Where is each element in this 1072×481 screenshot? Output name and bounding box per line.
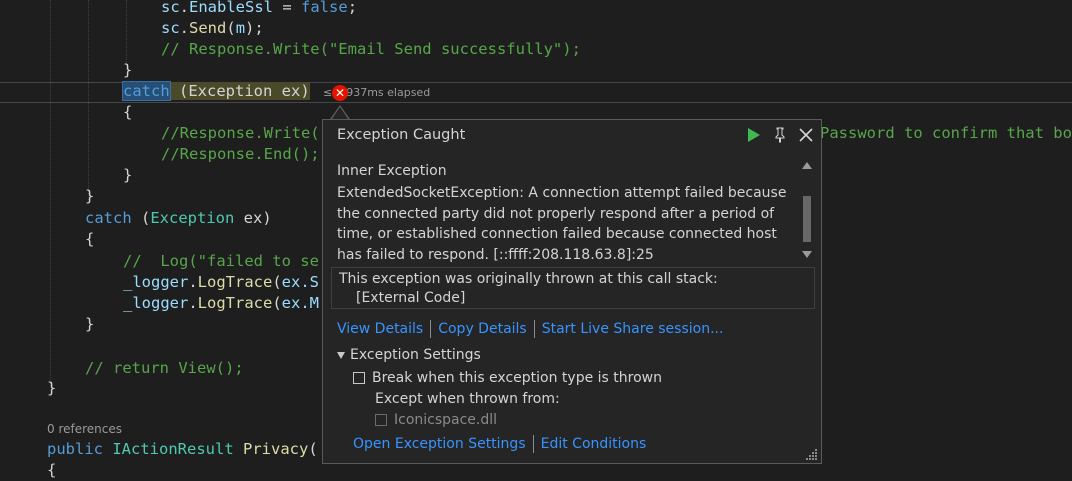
- inner-exception-scrollbar[interactable]: [799, 156, 815, 264]
- break-checkbox[interactable]: [353, 372, 365, 384]
- code-line: sc.Send(m);: [161, 19, 264, 37]
- code-comment: // Response.Write("Email Send successful…: [161, 40, 581, 58]
- code-comment: // Log("failed to se: [123, 252, 319, 270]
- code-line: public IActionResult Privacy(: [47, 440, 318, 458]
- dll-label: Iconicspace.dll: [394, 412, 498, 428]
- code-comment: //Response.End();: [161, 145, 320, 163]
- exception-settings-header[interactable]: Exception Settings: [337, 347, 481, 363]
- popup-notch-inner: [332, 107, 348, 119]
- code-brace: {: [123, 103, 133, 121]
- code-brace: }: [123, 166, 133, 184]
- edit-conditions-link[interactable]: Edit Conditions: [541, 436, 647, 452]
- break-on-throw-option[interactable]: Break when this exception type is thrown: [353, 370, 662, 386]
- code-brace: }: [123, 61, 133, 79]
- settings-links: Open Exception Settings Edit Conditions: [353, 435, 646, 453]
- except-when-label: Except when thrown from:: [375, 391, 560, 407]
- continue-button[interactable]: [745, 125, 763, 145]
- resize-grip-icon[interactable]: [806, 448, 818, 460]
- popup-toolbar: [745, 125, 815, 145]
- codelens-references[interactable]: 0 references: [47, 422, 122, 436]
- code-line: catch (Exception ex): [85, 209, 272, 227]
- current-line-border: [0, 102, 1072, 103]
- pin-icon: [775, 127, 785, 143]
- dll-exception-option: Iconicspace.dll: [375, 412, 497, 428]
- pin-button[interactable]: [771, 125, 789, 145]
- close-button[interactable]: [797, 125, 815, 145]
- code-line: _logger.LogTrace(ex.S: [123, 273, 320, 291]
- call-stack-item[interactable]: [External Code]: [356, 290, 465, 306]
- scroll-thumb[interactable]: [803, 196, 811, 242]
- call-stack-panel: This exception was originally thrown at …: [331, 267, 815, 309]
- scroll-up-icon[interactable]: [802, 162, 812, 169]
- divider: [533, 320, 535, 338]
- inner-exception-panel[interactable]: Inner Exception ExtendedSocketException:…: [331, 156, 815, 264]
- divider: [430, 320, 432, 338]
- exception-settings-label: Exception Settings: [350, 347, 481, 363]
- close-icon: [799, 128, 813, 142]
- code-line: sc.EnableSsl = false;: [161, 0, 358, 16]
- code-brace: }: [85, 315, 95, 333]
- code-comment: Password to confirm that bo: [820, 124, 1072, 142]
- code-line-current: catch (Exception ex): [122, 81, 310, 101]
- code-brace: {: [85, 230, 95, 248]
- code-comment: //Response.Write(: [161, 124, 320, 142]
- live-share-link[interactable]: Start Live Share session...: [542, 321, 724, 337]
- dll-checkbox: [375, 414, 387, 426]
- popup-title: Exception Caught: [337, 127, 466, 143]
- popup-actions: View Details Copy Details Start Live Sha…: [337, 320, 723, 338]
- inner-exception-heading: Inner Exception: [337, 163, 447, 179]
- open-exception-settings-link[interactable]: Open Exception Settings: [353, 436, 526, 452]
- inner-exception-message: ExtendedSocketException: A connection at…: [337, 185, 787, 263]
- indent-guide: [88, 0, 89, 200]
- error-icon[interactable]: ✕: [332, 85, 348, 101]
- break-label: Break when this exception type is thrown: [372, 370, 662, 386]
- play-icon: [748, 128, 760, 142]
- divider: [532, 435, 534, 453]
- indent-guide: [50, 0, 51, 390]
- scroll-down-icon[interactable]: [802, 251, 812, 258]
- view-details-link[interactable]: View Details: [337, 321, 423, 337]
- code-brace: }: [85, 187, 95, 205]
- code-brace: {: [47, 461, 57, 479]
- code-comment: // return View();: [85, 359, 244, 377]
- code-line: _logger.LogTrace(ex.M: [123, 294, 320, 312]
- code-brace: }: [47, 379, 57, 397]
- exception-helper-popup: Exception Caught Inner Exception Extende…: [322, 119, 822, 464]
- copy-details-link[interactable]: Copy Details: [438, 321, 527, 337]
- collapse-triangle-icon: [337, 351, 345, 359]
- call-stack-heading: This exception was originally thrown at …: [339, 271, 718, 287]
